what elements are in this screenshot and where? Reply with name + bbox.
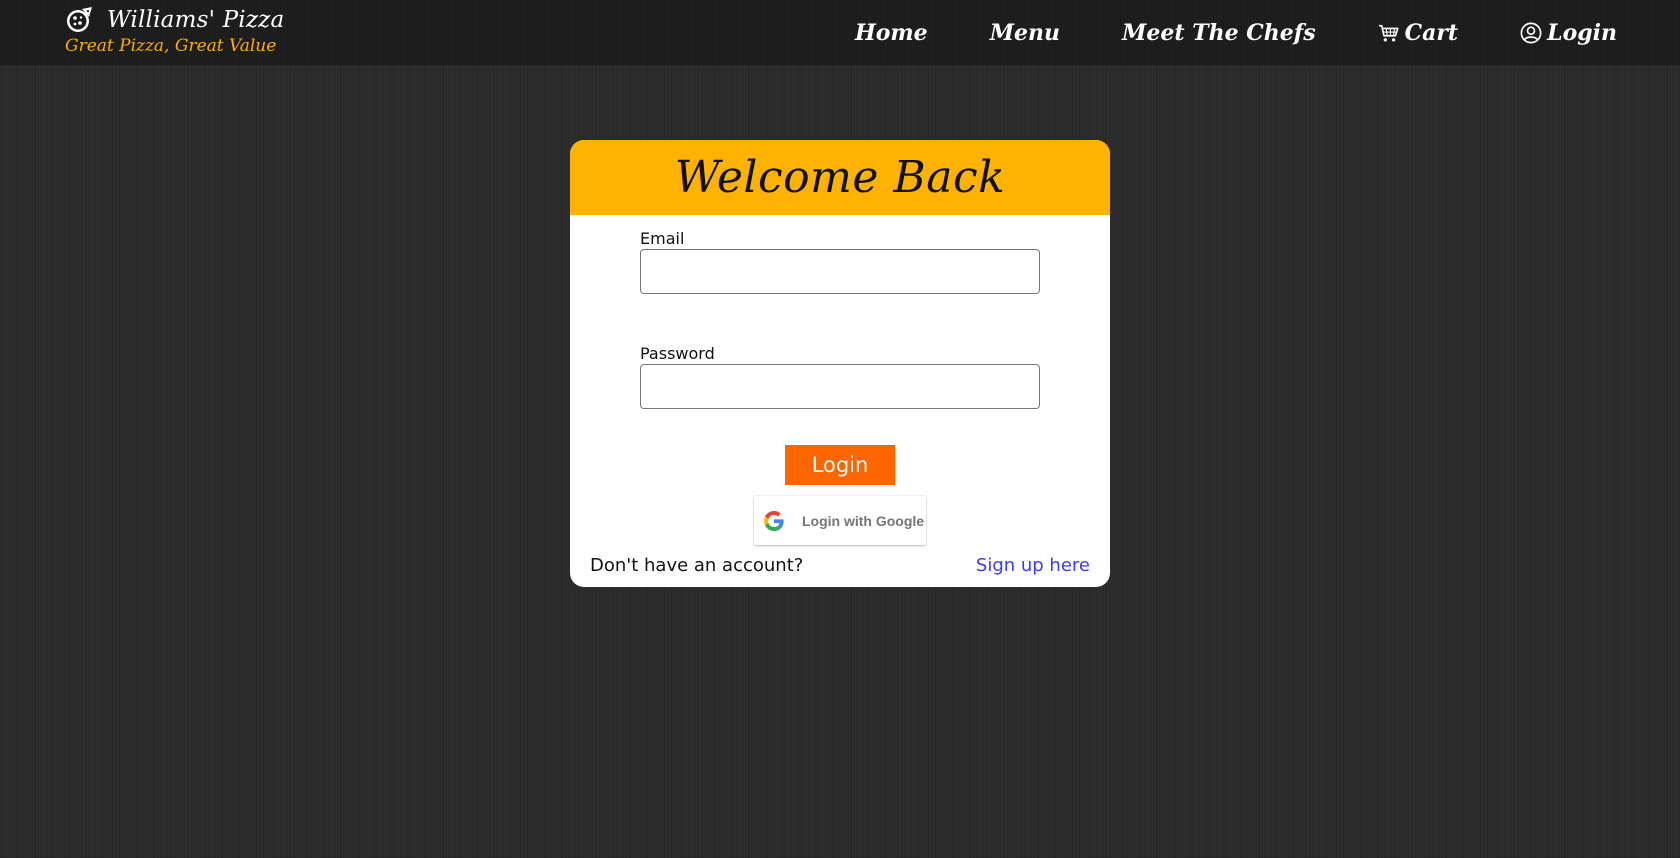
google-login-label: Login with Google [802,512,925,529]
brand-name: Williams' Pizza [107,7,285,33]
password-input[interactable] [640,364,1040,409]
nav-meet-the-chefs-label: Meet The Chefs [1122,19,1316,46]
email-label: Email [640,229,685,248]
nav-cart-label: Cart [1404,19,1459,46]
email-input[interactable] [640,249,1040,294]
top-navbar: Williams' Pizza Great Pizza, Great Value… [0,0,1680,65]
pizza-icon [67,7,92,32]
login-card: Welcome Back Email Password Login Login … [570,140,1110,587]
user-circle-icon [1520,22,1542,43]
login-button[interactable]: Login [785,445,895,485]
signup-row: Don't have an account? Sign up here [590,555,1090,576]
nav-links: Home Menu Meet The Chefs Cart Login [793,0,1617,65]
nav-meet-the-chefs[interactable]: Meet The Chefs [1122,20,1316,46]
password-field-group: Password [640,344,1040,409]
nav-login[interactable]: Login [1520,20,1617,46]
nav-menu[interactable]: Menu [990,20,1060,46]
brand-row: Williams' Pizza [65,6,284,34]
signup-prompt: Don't have an account? [590,555,804,576]
nav-menu-label: Menu [989,19,1061,46]
google-logo-icon [764,510,784,531]
nav-cart[interactable]: Cart [1378,19,1459,46]
brand-tagline: Great Pizza, Great Value [65,36,277,56]
nav-home[interactable]: Home [855,20,928,46]
login-title: Welcome Back [674,152,1006,203]
login-card-header: Welcome Back [570,140,1110,215]
password-label: Password [640,344,715,363]
google-login-button[interactable]: Login with Google [754,496,926,545]
cart-icon [1378,24,1399,42]
nav-home-label: Home [854,19,928,46]
brand[interactable]: Williams' Pizza Great Pizza, Great Value [65,6,284,56]
email-field-group: Email [640,229,1040,294]
nav-login-label: Login [1547,19,1617,46]
signup-link[interactable]: Sign up here [976,555,1090,576]
